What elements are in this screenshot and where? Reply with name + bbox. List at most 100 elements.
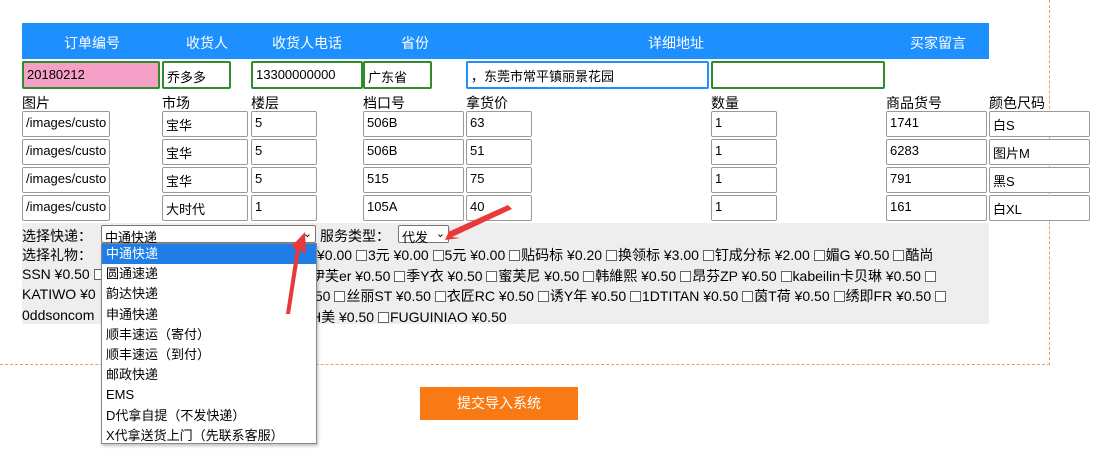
gift-checkbox[interactable] <box>893 250 905 261</box>
gift-checkbox[interactable] <box>702 250 714 261</box>
header-order-id: 订单编号 <box>64 35 120 51</box>
color-size-input[interactable]: 黑S <box>989 167 1090 193</box>
gift-checkbox[interactable] <box>680 271 692 282</box>
gift-checkbox[interactable] <box>377 312 389 323</box>
service-select-value: 代发 <box>402 230 429 245</box>
header-phone: 收货人电话 <box>272 35 342 51</box>
col-label-sku: 商品货号 <box>886 95 942 111</box>
gift-checkbox[interactable] <box>924 271 936 282</box>
col-label-market: 市场 <box>162 95 190 111</box>
floor-input[interactable]: 5 <box>251 139 317 165</box>
express-option[interactable]: 顺丰速运（寄付） <box>102 325 316 345</box>
gift-checkbox[interactable] <box>509 250 521 261</box>
qty-input[interactable]: 1 <box>711 111 777 137</box>
col-label-image: 图片 <box>22 95 50 111</box>
gift-line-4-left[interactable]: 0ddsoncom <box>22 307 94 323</box>
color-size-input[interactable]: 白XL <box>989 195 1090 221</box>
image-path-input[interactable]: /images/custo <box>22 139 110 165</box>
gift-checkbox[interactable] <box>780 271 792 282</box>
qty-input[interactable]: 1 <box>711 139 777 165</box>
sku-input[interactable]: 1741 <box>886 111 987 137</box>
col-label-qty: 数量 <box>711 95 739 111</box>
gift-checkbox[interactable] <box>833 291 845 302</box>
gift-checkbox[interactable] <box>355 250 367 261</box>
express-option[interactable]: EMS <box>102 385 316 405</box>
submit-import-button[interactable]: 提交导入系统 <box>420 387 578 420</box>
gift-line-1[interactable]: ¥0.00 3元 ¥0.00 5元 ¥0.00 贴码标 ¥0.20 换领标 ¥3… <box>317 245 933 265</box>
gift-line-2[interactable]: 伊芙er ¥0.50 季Y衣 ¥0.50 蜜芙尼 ¥0.50 韩維熙 ¥0.50… <box>311 266 937 286</box>
gift-line-2-left[interactable]: SSN ¥0.50 <box>22 266 106 282</box>
gift-label: 选择礼物： <box>22 247 92 263</box>
market-input[interactable]: 宝华 <box>162 111 248 137</box>
color-size-input[interactable]: 图片M <box>989 139 1090 165</box>
express-option[interactable]: 申通快递 <box>102 305 316 325</box>
qty-input[interactable]: 1 <box>711 167 777 193</box>
stall-input[interactable]: 506B <box>363 139 464 165</box>
price-input[interactable]: 63 <box>466 111 532 137</box>
image-path-input[interactable]: /images/custo <box>22 195 110 221</box>
gift-checkbox[interactable] <box>537 291 549 302</box>
phone-input[interactable]: 13300000000 <box>251 61 363 89</box>
header-note: 买家留言 <box>910 35 966 51</box>
floor-input[interactable]: 1 <box>251 195 317 221</box>
express-option[interactable]: D代拿自提（不发快递） <box>102 406 316 426</box>
gift-checkbox[interactable] <box>486 271 498 282</box>
express-option[interactable]: X代拿送货上门（先联系客服） <box>102 426 316 446</box>
express-dropdown-list[interactable]: 中通快递 圆通速递 韵达快递 申通快递 顺丰速运（寄付） 顺丰速运（到付） 邮政快递 EMS D… <box>101 243 317 444</box>
market-input[interactable]: 宝华 <box>162 139 248 165</box>
image-path-input[interactable]: /images/custo <box>22 111 110 137</box>
color-size-input[interactable]: 白S <box>989 111 1090 137</box>
address-input[interactable]: ，东莞市常平镇丽景花园 <box>466 61 709 89</box>
gift-checkbox[interactable] <box>334 291 346 302</box>
gift-checkbox[interactable] <box>935 291 946 302</box>
price-input[interactable]: 40 <box>466 195 532 221</box>
gift-line-4[interactable]: H美 ¥0.50 FUGUINIAO ¥0.50 <box>311 307 507 327</box>
gift-line-3-left[interactable]: KATIWO ¥0 <box>22 286 96 302</box>
sku-input[interactable]: 791 <box>886 167 987 193</box>
gift-checkbox[interactable] <box>583 271 595 282</box>
floor-input[interactable]: 5 <box>251 167 317 193</box>
express-label: 选择快递： <box>22 228 92 244</box>
price-input[interactable]: 51 <box>466 139 532 165</box>
stall-input[interactable]: 515 <box>363 167 464 193</box>
gift-checkbox[interactable] <box>630 291 642 302</box>
stall-input[interactable]: 105A <box>363 195 464 221</box>
gift-checkbox[interactable] <box>813 250 825 261</box>
sku-input[interactable]: 161 <box>886 195 987 221</box>
chevron-down-icon: ⌄ <box>435 228 445 240</box>
gift-checkbox[interactable] <box>394 271 406 282</box>
price-input[interactable]: 75 <box>466 167 532 193</box>
market-input[interactable]: 大时代 <box>162 195 248 221</box>
order-header-bar: 订单编号 收货人 收货人电话 省份 详细地址 买家留言 <box>22 23 989 59</box>
express-option[interactable]: 韵达快递 <box>102 284 316 304</box>
buyer-note-input[interactable] <box>711 61 885 89</box>
express-option[interactable]: 中通快递 <box>102 244 316 265</box>
gift-checkbox[interactable] <box>434 291 446 302</box>
qty-input[interactable]: 1 <box>711 195 777 221</box>
chevron-down-icon: ⌄ <box>302 228 312 240</box>
gift-line-3[interactable]: .50 丝丽ST ¥0.50 衣匠RC ¥0.50 诱Y年 ¥0.50 1DTI… <box>311 286 947 306</box>
receiver-input[interactable]: 乔多多 <box>162 61 231 89</box>
express-select[interactable]: 中通快递 ⌄ <box>101 225 316 245</box>
province-input[interactable]: 广东省 <box>363 61 432 89</box>
header-address: 详细地址 <box>648 35 704 51</box>
gift-checkbox[interactable] <box>742 291 754 302</box>
col-label-stall: 档口号 <box>363 95 405 111</box>
header-receiver: 收货人 <box>186 35 228 51</box>
gift-checkbox[interactable] <box>605 250 617 261</box>
service-select[interactable]: 代发 ⌄ <box>398 225 449 245</box>
col-label-floor: 楼层 <box>251 95 279 111</box>
floor-input[interactable]: 5 <box>251 111 317 137</box>
header-province: 省份 <box>401 35 429 51</box>
express-option[interactable]: 顺丰速运（到付） <box>102 345 316 365</box>
express-option[interactable]: 圆通速递 <box>102 264 316 284</box>
express-option[interactable]: 邮政快递 <box>102 365 316 385</box>
gift-checkbox[interactable] <box>432 250 444 261</box>
col-label-price: 拿货价 <box>466 95 508 111</box>
market-input[interactable]: 宝华 <box>162 167 248 193</box>
stall-input[interactable]: 506B <box>363 111 464 137</box>
image-path-input[interactable]: /images/custo <box>22 167 110 193</box>
col-label-color-size: 颜色尺码 <box>989 95 1045 111</box>
sku-input[interactable]: 6283 <box>886 139 987 165</box>
order-id-input[interactable]: 20180212 <box>22 61 160 89</box>
